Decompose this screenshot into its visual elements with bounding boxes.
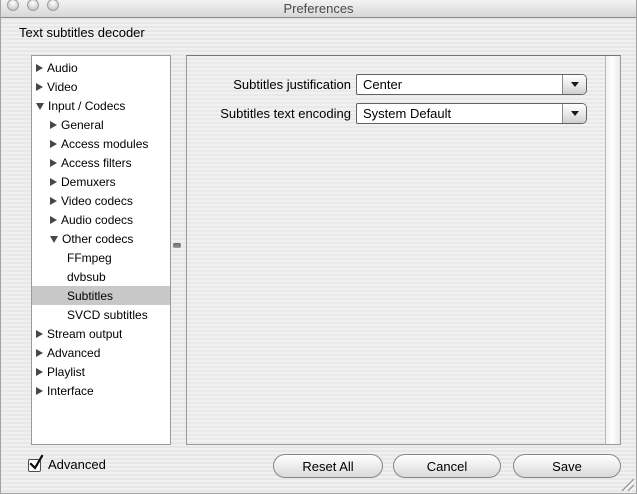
tree-item-label: Advanced	[47, 345, 101, 360]
preferences-tree[interactable]: Audio Video Input / Codecs General Access mo…	[31, 55, 171, 445]
tree-item-label: Stream output	[47, 326, 123, 341]
tree-item-svcd-subtitles[interactable]: SVCD subtitles	[32, 305, 170, 324]
dropdown-arrow-button[interactable]	[562, 75, 586, 94]
tree-item-stream-output[interactable]: Stream output	[32, 324, 170, 343]
expand-arrow-icon[interactable]	[36, 63, 43, 72]
tree-item-demuxers[interactable]: Demuxers	[32, 172, 170, 191]
tree-item-label: Access filters	[61, 155, 132, 170]
subtitles-text-encoding-dropdown[interactable]: System Default	[356, 103, 587, 124]
advanced-checkbox-label: Advanced	[48, 456, 106, 472]
field-label-subtitles-text-encoding: Subtitles text encoding	[220, 106, 351, 121]
expand-arrow-icon[interactable]	[50, 215, 57, 224]
expand-arrow-icon[interactable]	[50, 158, 57, 167]
tree-item-label: Access modules	[61, 136, 149, 151]
tree-item-label: Interface	[47, 383, 94, 398]
tree-item-label: General	[61, 117, 104, 132]
tree-item-input-codecs[interactable]: Input / Codecs	[32, 96, 170, 115]
tree-item-video[interactable]: Video	[32, 77, 170, 96]
tree-item-audio-codecs[interactable]: Audio codecs	[32, 210, 170, 229]
settings-panel: Subtitles justification Center Subtitles t…	[186, 55, 621, 445]
tree-item-label: dvbsub	[67, 269, 106, 284]
tree-item-label: Video	[47, 79, 78, 94]
tree-item-label: SVCD subtitles	[67, 307, 148, 322]
chevron-down-icon	[570, 82, 579, 87]
title-bar[interactable]: Preferences	[1, 0, 636, 18]
tree-item-ffmpeg[interactable]: FFmpeg	[32, 248, 170, 267]
vertical-scrollbar[interactable]	[605, 56, 620, 444]
tree-item-label: Audio codecs	[61, 212, 134, 227]
tree-item-label: Video codecs	[61, 193, 133, 208]
form-row-subtitles-text-encoding: Subtitles text encoding System Default	[187, 103, 620, 124]
tree-item-audio[interactable]: Audio	[32, 58, 170, 77]
expand-arrow-icon[interactable]	[50, 196, 57, 205]
collapse-arrow-icon[interactable]	[50, 236, 58, 243]
tree-item-label: Other codecs	[62, 231, 134, 246]
subtitles-justification-dropdown[interactable]: Center	[356, 74, 587, 95]
tree-item-label: Audio	[47, 60, 78, 75]
expand-arrow-icon[interactable]	[36, 82, 43, 91]
tree-item-video-codecs[interactable]: Video codecs	[32, 191, 170, 210]
preferences-window: Preferences Text subtitles decoder Audio…	[0, 0, 637, 494]
splitter-grip-icon[interactable]	[173, 243, 181, 248]
tree-item-other-codecs[interactable]: Other codecs	[32, 229, 170, 248]
form-row-subtitles-justification: Subtitles justification Center	[187, 74, 620, 95]
tree-item-label: FFmpeg	[67, 250, 112, 265]
expand-arrow-icon[interactable]	[50, 139, 57, 148]
chevron-down-icon	[570, 111, 579, 116]
field-label-subtitles-justification: Subtitles justification	[233, 77, 351, 92]
tree-item-label: Subtitles	[67, 288, 114, 303]
dropdown-selected-value: System Default	[363, 106, 452, 121]
dropdown-selected-value: Center	[363, 77, 403, 92]
collapse-arrow-icon[interactable]	[36, 103, 44, 110]
tree-item-dvbsub[interactable]: dvbsub	[32, 267, 170, 286]
expand-arrow-icon[interactable]	[36, 348, 43, 357]
expand-arrow-icon[interactable]	[50, 120, 57, 129]
tree-item-general[interactable]: General	[32, 115, 170, 134]
tree-item-access-filters[interactable]: Access filters	[32, 153, 170, 172]
advanced-checkbox[interactable]	[28, 453, 44, 472]
page-title: Text subtitles decoder	[19, 25, 145, 40]
expand-arrow-icon[interactable]	[36, 367, 43, 376]
checkmark-icon	[29, 453, 44, 470]
window-title: Preferences	[283, 1, 354, 16]
expand-arrow-icon[interactable]	[50, 177, 57, 186]
tree-item-subtitles[interactable]: Subtitles	[32, 286, 170, 305]
tree-item-label: Playlist	[47, 364, 86, 379]
reset-all-button[interactable]: Reset All	[273, 454, 383, 478]
tree-item-playlist[interactable]: Playlist	[32, 362, 170, 381]
tree-item-label: Demuxers	[61, 174, 116, 189]
expand-arrow-icon[interactable]	[36, 386, 43, 395]
save-button[interactable]: Save	[513, 454, 621, 478]
expand-arrow-icon[interactable]	[36, 329, 43, 338]
resize-grip-icon[interactable]	[619, 476, 634, 491]
cancel-button[interactable]: Cancel	[393, 454, 501, 478]
tree-item-interface[interactable]: Interface	[32, 381, 170, 400]
tree-item-access-modules[interactable]: Access modules	[32, 134, 170, 153]
advanced-checkbox-row[interactable]: Advanced	[28, 452, 106, 474]
tree-item-advanced[interactable]: Advanced	[32, 343, 170, 362]
dropdown-arrow-button[interactable]	[562, 104, 586, 123]
tree-item-label: Input / Codecs	[48, 98, 126, 113]
